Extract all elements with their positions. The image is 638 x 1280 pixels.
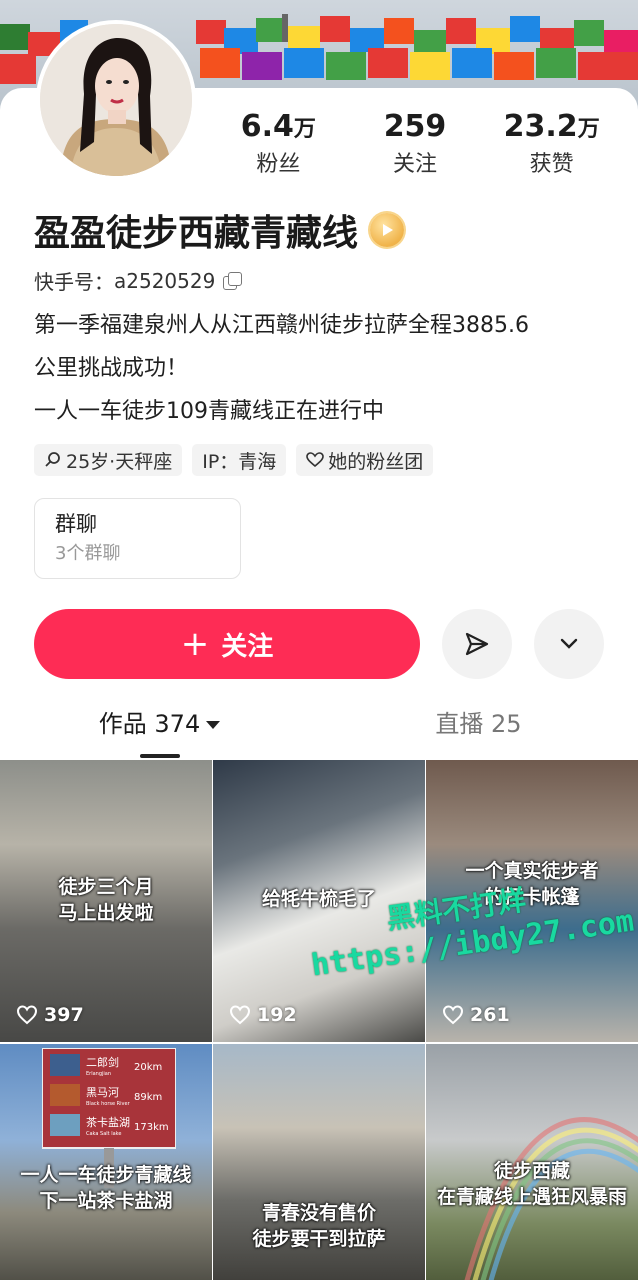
chevron-down-icon bbox=[560, 638, 578, 649]
bio-line: 公里挑战成功！ bbox=[34, 356, 189, 381]
video-likes: 261 bbox=[442, 1004, 510, 1026]
video-caption: 一个真实徒步者 的打卡帐篷 bbox=[426, 858, 638, 910]
heart-outline-icon bbox=[442, 1005, 464, 1025]
video-likes: 192 bbox=[229, 1004, 297, 1026]
stat-following[interactable]: 259 关注 bbox=[347, 108, 484, 188]
sign-name: 二郎剑 bbox=[86, 1055, 119, 1069]
profile-name-text: 盈盈徒步西藏青藏线 bbox=[34, 213, 359, 254]
caret-down-icon bbox=[206, 721, 221, 729]
send-icon bbox=[465, 632, 489, 656]
sign-name: 茶卡盐湖 bbox=[86, 1116, 130, 1129]
content-tabs: 作品 374 直播 25 bbox=[0, 700, 638, 760]
sign-sub: Caka Salt lake bbox=[86, 1131, 121, 1137]
tab-works[interactable]: 作品 374 bbox=[0, 700, 319, 760]
more-button[interactable] bbox=[534, 609, 604, 679]
video-thumbnail[interactable]: 青春没有售价 徒步要干到拉萨 bbox=[213, 1044, 425, 1280]
caption-line: 马上出发啦 bbox=[58, 902, 154, 924]
followers-unit: 万 bbox=[293, 117, 316, 142]
share-button[interactable] bbox=[442, 609, 512, 679]
video-grid: 徒步三个月 马上出发啦 397 给牦牛梳毛了 192 一个真实徒步者 的打卡帐篷… bbox=[0, 760, 638, 1280]
followers-label: 粉丝 bbox=[256, 152, 301, 177]
video-caption: 给牦牛梳毛了 bbox=[213, 886, 425, 912]
caption-line: 下一站茶卡盐湖 bbox=[39, 1190, 173, 1212]
tag-ip-text: IP：青海 bbox=[202, 450, 277, 473]
likes-count: 261 bbox=[470, 1004, 510, 1026]
avatar[interactable] bbox=[36, 20, 196, 180]
copy-icon[interactable] bbox=[223, 271, 243, 290]
heart-outline-icon bbox=[16, 1005, 38, 1025]
sign-name: 黑马河 bbox=[86, 1086, 119, 1099]
stat-followers[interactable]: 6.4万 粉丝 bbox=[210, 108, 347, 188]
caption-line: 一人一车徒步青藏线 bbox=[20, 1164, 192, 1186]
video-caption: 徒步三个月 马上出发啦 bbox=[0, 874, 212, 926]
follow-button-label: 关注 bbox=[221, 631, 274, 662]
tag-fan-club-text: 她的粉丝团 bbox=[328, 450, 424, 473]
video-thumbnail[interactable]: 二郎剑 Erlangjian 20km 黑马河 Black horse Rive… bbox=[0, 1044, 212, 1280]
likes-count: 397 bbox=[44, 1004, 84, 1026]
tab-works-label: 作品 374 bbox=[98, 710, 201, 738]
group-chat-count: 3个群聊 bbox=[55, 543, 121, 564]
following-count: 259 bbox=[383, 109, 447, 144]
bio-line: 第一季福建泉州人从江西赣州徒步拉萨全程3885.6 bbox=[34, 313, 529, 338]
profile-bio: 第一季福建泉州人从江西赣州徒步拉萨全程3885.6 公里挑战成功！ 一人一车徒步… bbox=[34, 304, 604, 433]
caption-line: 给牦牛梳毛了 bbox=[261, 888, 376, 910]
followers-count: 6.4 bbox=[240, 109, 294, 144]
follow-button[interactable]: + 关注 bbox=[34, 609, 420, 679]
video-thumbnail[interactable]: 徒步西藏 在青藏线上遇狂风暴雨 bbox=[426, 1044, 638, 1280]
following-label: 关注 bbox=[393, 152, 438, 177]
sign-sub: Black horse River bbox=[86, 1101, 131, 1107]
likes-label: 获赞 bbox=[529, 152, 574, 177]
avatar-portrait-image bbox=[40, 24, 192, 176]
video-thumbnail[interactable]: 给牦牛梳毛了 192 bbox=[213, 760, 425, 1042]
video-caption: 青春没有售价 徒步要干到拉萨 bbox=[213, 1200, 425, 1252]
caption-line: 徒步西藏 bbox=[493, 1160, 570, 1182]
verified-creator-badge-icon[interactable] bbox=[370, 213, 405, 247]
search-gender-icon bbox=[45, 452, 60, 467]
video-thumbnail[interactable]: 徒步三个月 马上出发啦 397 bbox=[0, 760, 212, 1042]
kuaishou-id-label: 快手号： bbox=[34, 270, 114, 294]
tab-live[interactable]: 直播 25 bbox=[319, 700, 638, 760]
tag-fan-club[interactable]: 她的粉丝团 bbox=[296, 444, 434, 476]
plus-icon: + bbox=[180, 624, 210, 664]
profile-stats: 6.4万 粉丝 259 关注 23.2万 获赞 bbox=[210, 108, 620, 188]
kuaishou-id-row: 快手号： a2520529 bbox=[34, 266, 243, 295]
sign-distance: 173km bbox=[134, 1122, 169, 1133]
caption-line: 徒步要干到拉萨 bbox=[252, 1228, 386, 1250]
sign-distance: 20km bbox=[134, 1062, 162, 1073]
video-thumbnail[interactable]: 一个真实徒步者 的打卡帐篷 261 bbox=[426, 760, 638, 1042]
caption-line: 的打卡帐篷 bbox=[484, 886, 580, 908]
sign-sub: Erlangjian bbox=[86, 1071, 111, 1077]
video-caption: 徒步西藏 在青藏线上遇狂风暴雨 bbox=[426, 1158, 638, 1210]
tag-age-text: 25岁·天秤座 bbox=[66, 450, 173, 473]
profile-tags: 25岁·天秤座 IP：青海 她的粉丝团 bbox=[34, 444, 434, 476]
stat-likes[interactable]: 23.2万 获赞 bbox=[483, 108, 620, 188]
likes-unit: 万 bbox=[577, 117, 600, 142]
kuaishou-id-value: a2520529 bbox=[114, 268, 216, 293]
caption-line: 在青藏线上遇狂风暴雨 bbox=[436, 1186, 627, 1208]
likes-count: 192 bbox=[257, 1004, 297, 1026]
tag-age[interactable]: 25岁·天秤座 bbox=[34, 444, 183, 476]
sign-distance: 89km bbox=[134, 1092, 162, 1103]
group-chat-title: 群聊 bbox=[55, 512, 97, 536]
caption-line: 一个真实徒步者 bbox=[465, 860, 599, 882]
tab-live-label: 直播 25 bbox=[435, 710, 522, 738]
bio-line: 一人一车徒步109青藏线正在进行中 bbox=[34, 399, 384, 424]
heart-outline-icon bbox=[306, 452, 325, 468]
tag-ip[interactable]: IP：青海 bbox=[192, 444, 287, 476]
likes-count: 23.2 bbox=[503, 109, 578, 144]
caption-line: 徒步三个月 bbox=[58, 876, 154, 898]
group-chat-card[interactable]: 群聊 3个群聊 bbox=[34, 498, 241, 579]
video-likes: 397 bbox=[16, 1004, 84, 1026]
heart-outline-icon bbox=[229, 1005, 251, 1025]
caption-line: 青春没有售价 bbox=[261, 1202, 376, 1224]
profile-name: 盈盈徒步西藏青藏线 bbox=[34, 204, 405, 256]
video-caption: 一人一车徒步青藏线 下一站茶卡盐湖 bbox=[0, 1162, 212, 1214]
